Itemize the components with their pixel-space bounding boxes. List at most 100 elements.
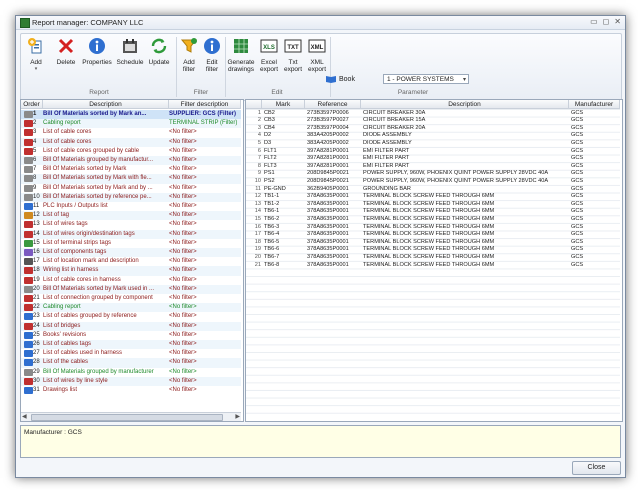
report-row[interactable]: 15 List of terminal strips tags <No filter… <box>21 238 241 248</box>
report-row[interactable]: 25 Books' revisions <No filter> <box>21 330 241 340</box>
generate-drawings-button[interactable]: Generate drawings <box>227 37 255 73</box>
result-row[interactable]: 16 TB6-3 378A8635P0001 TERMINAL BLOCK SCREW… <box>246 224 620 232</box>
report-filter: <No filter> <box>169 295 197 301</box>
result-row[interactable]: 18 TB6-5 378A8635P0001 TERMINAL BLOCK SCREW… <box>246 239 620 247</box>
report-row[interactable]: 16 List of components tags <No filter> <box>21 248 241 258</box>
report-row[interactable]: 17 List of location mark and description <… <box>21 257 241 267</box>
report-row[interactable]: 10 Bill Of Materials sorted by reference … <box>21 192 241 202</box>
report-row[interactable]: 29 Bill Of Materials grouped by manufactu… <box>21 367 241 377</box>
col-header-manufacturer[interactable]: Manufacturer <box>569 100 620 109</box>
report-row[interactable]: 22 Cabling report <No filter> <box>21 303 241 313</box>
scroll-left-icon[interactable]: ◀ <box>22 413 27 420</box>
report-order: 13 <box>33 221 40 228</box>
report-row[interactable]: 24 List of bridges <No filter> <box>21 321 241 331</box>
horizontal-scrollbar[interactable]: ◀ ▶ <box>21 412 241 421</box>
result-row[interactable]: 5 D3 383A4205P0002 DIODE ASSEMBLY GCS <box>246 140 620 148</box>
result-row[interactable]: 9 PS1 208D9845P0021 POWER SUPPLY, 960W, PHO… <box>246 170 620 178</box>
report-row[interactable]: 30 List of wires by line style <No filter> <box>21 376 241 386</box>
report-row[interactable]: 18 Wiring list in harness <No filter> <box>21 266 241 276</box>
result-row[interactable]: 19 TB6-6 378A8635P0001 TERMINAL BLOCK SCREW… <box>246 246 620 254</box>
result-row[interactable]: 11 PE-GND 362B9405P0001 GROUNDING BAR GCS <box>246 186 620 194</box>
minimize-icon[interactable]: ▭ <box>590 17 598 26</box>
report-row[interactable]: 11 PLC Inputs / Outputs list <No filter> <box>21 202 241 212</box>
excel-export-button[interactable]: XLS Excel export <box>258 37 280 73</box>
report-row[interactable]: 7 Bill Of Materials sorted by Mark <No fil… <box>21 165 241 175</box>
result-row[interactable]: 1 CB2 273B3597P0006 CIRCUIT BREAKER 30A GCS <box>246 110 620 118</box>
report-row[interactable]: 19 List of cable cores in harness <No filt… <box>21 275 241 285</box>
report-row[interactable]: 21 List of connection grouped by componen… <box>21 294 241 304</box>
report-filter: <No filter> <box>169 368 197 375</box>
cell-mark: PS1 <box>264 170 275 177</box>
col-header-description[interactable]: Description <box>43 100 169 109</box>
schedule-button[interactable]: Schedule <box>115 37 145 66</box>
report-row[interactable]: 26 List of cables tags <No filter> <box>21 340 241 350</box>
col-header-order[interactable]: Order <box>21 100 43 109</box>
report-row[interactable]: 14 List of wires origin/destination tags <… <box>21 229 241 239</box>
result-row[interactable]: 6 FLT1 397A8281P0001 EMI FILTER PART GCS <box>246 148 620 156</box>
properties-button[interactable]: Properties <box>80 37 114 66</box>
result-row[interactable]: 15 TB6-2 378A8635P0001 TERMINAL BLOCK SCREW… <box>246 216 620 224</box>
cell-reference: 378A8635P0001 <box>307 215 349 222</box>
txt-export-button[interactable]: TXT Txt export <box>282 37 304 73</box>
cell-reference: 378A8635P0001 <box>307 223 349 230</box>
delete-button[interactable]: Delete <box>54 37 78 66</box>
edit-filter-button[interactable]: Edit filter <box>202 37 222 73</box>
cell-manufacturer: GCS <box>571 177 584 184</box>
report-row[interactable]: 8 Bill Of Materials sorted by Mark with f… <box>21 174 241 184</box>
add-filter-button[interactable]: Add filter <box>179 37 199 73</box>
report-filter: <No filter> <box>169 193 197 200</box>
col-header-description[interactable]: Description <box>361 100 569 109</box>
result-row[interactable]: 12 TB1-1 378A8635P0001 TERMINAL BLOCK SCREW… <box>246 193 620 201</box>
result-row[interactable]: 8 FLT3 397A8281P0001 EMI FILTER PART GCS <box>246 163 620 171</box>
close-icon[interactable]: ✕ <box>614 17 621 26</box>
update-button[interactable]: Update <box>146 37 172 66</box>
result-row[interactable]: 20 TB6-7 378A8635P0001 TERMINAL BLOCK SCREW… <box>246 254 620 262</box>
result-row[interactable]: 14 TB6-1 378A8635P0001 TERMINAL BLOCK SCREW… <box>246 208 620 216</box>
result-row[interactable]: 7 FLT2 397A8281P0001 EMI FILTER PART GCS <box>246 155 620 163</box>
report-row[interactable]: 13 List of wires tags <No filter> <box>21 220 241 230</box>
report-row[interactable]: 31 Drawings list <No filter> <box>21 386 241 396</box>
result-row[interactable]: 4 D2 383A4205P0002 DIODE ASSEMBLY GCS <box>246 132 620 140</box>
report-row[interactable]: 28 List of the cables <No filter> <box>21 358 241 368</box>
report-row[interactable]: 1 Bill Of Materials sorted by Mark an... S… <box>21 110 241 120</box>
maximize-icon[interactable]: ◻ <box>603 17 610 26</box>
report-description: Bill Of Materials sorted by Mark and by … <box>43 184 153 191</box>
report-filter: <No filter> <box>169 166 197 173</box>
wire-icon <box>24 322 33 330</box>
close-button[interactable]: Close <box>572 461 621 475</box>
report-row[interactable]: 2 Cabling report TERMINAL STRIP (Filter) <box>21 119 241 129</box>
result-row[interactable]: 3 CB4 273B3597P0004 CIRCUIT BREAKER 20A GCS <box>246 125 620 133</box>
report-description: Wiring list in harness <box>43 267 99 274</box>
cell-reference: 273B3597P0006 <box>307 109 349 116</box>
report-row[interactable]: 9 Bill Of Materials sorted by Mark and by… <box>21 183 241 193</box>
col-header-mark[interactable]: Mark <box>262 100 305 109</box>
cell-reference: 273B3597P0004 <box>307 124 349 131</box>
scroll-right-icon[interactable]: ▶ <box>235 413 240 420</box>
report-row[interactable]: 5 List of cable cores grouped by cable <No… <box>21 146 241 156</box>
result-row[interactable]: 21 TB6-8 378A8635P0001 TERMINAL BLOCK SCREW… <box>246 262 620 270</box>
report-order: 31 <box>33 387 40 393</box>
report-row[interactable]: 4 List of cable cores <No filter> <box>21 137 241 147</box>
parameter-select[interactable]: 1 - POWER SYSTEMS ▾ <box>383 74 469 84</box>
plc-icon <box>24 359 33 367</box>
report-row[interactable]: 12 List of tag <No filter> <box>21 211 241 221</box>
plc-icon <box>24 203 33 210</box>
result-row[interactable]: 2 CB3 273B3597P0027 CIRCUIT BREAKER 15A GCS <box>246 117 620 125</box>
xml-export-button[interactable]: XML XML export <box>306 37 328 73</box>
col-header-reference[interactable]: Reference <box>305 100 361 109</box>
report-row[interactable]: 3 List of cable cores <No filter> <box>21 128 241 138</box>
result-row[interactable]: 17 TB6-4 378A8635P0001 TERMINAL BLOCK SCREW… <box>246 231 620 239</box>
result-row[interactable]: 13 TB1-2 378A8635P0001 TERMINAL BLOCK SCREW… <box>246 201 620 209</box>
report-row[interactable]: 27 List of cables used in harness <No filt… <box>21 349 241 359</box>
add-button[interactable]: Add ▾ <box>25 37 47 73</box>
row-number: 7 <box>257 155 261 162</box>
report-row[interactable]: 6 Bill Of Materials grouped by manufactur… <box>21 156 241 166</box>
col-header-filter[interactable]: Filter description <box>169 100 241 109</box>
report-row[interactable]: 23 List of cables grouped by reference <No… <box>21 312 241 322</box>
result-row[interactable]: 10 PS2 208D9845P0021 POWER SUPPLY, 960W, PH… <box>246 178 620 186</box>
add-report-icon <box>28 38 42 54</box>
cell-mark: TB6-4 <box>264 231 280 238</box>
report-description: PLC Inputs / Outputs list <box>43 203 108 209</box>
report-row[interactable]: 20 Bill Of Materials sorted by Mark used … <box>21 284 241 294</box>
scroll-thumb[interactable] <box>31 414 223 421</box>
